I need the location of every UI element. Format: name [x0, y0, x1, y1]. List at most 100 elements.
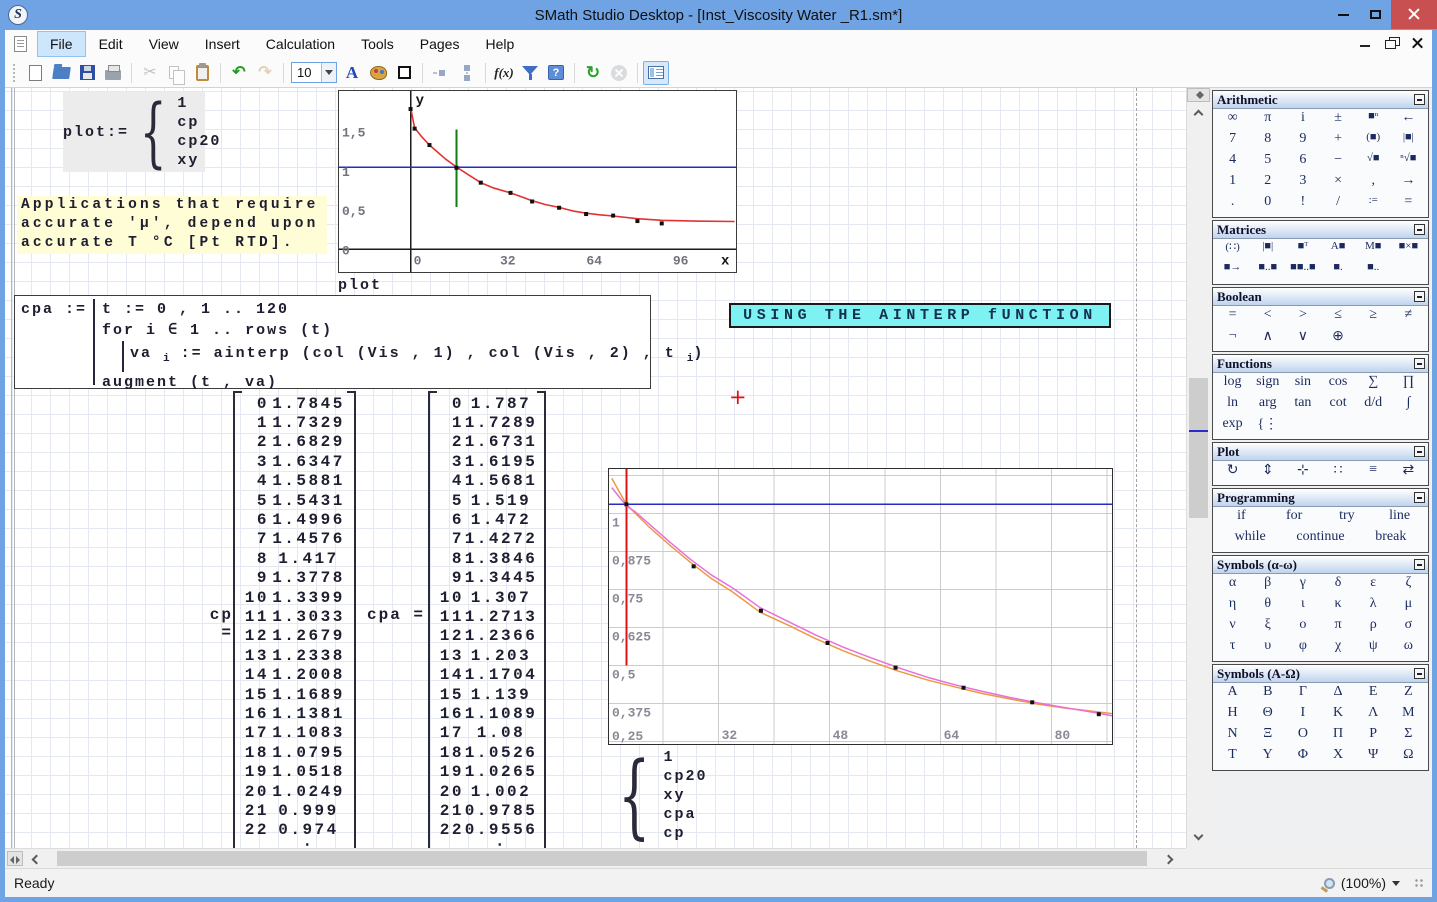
palette-header-boolean[interactable]: Boolean: [1213, 288, 1428, 306]
palette-button[interactable]: ←: [1391, 110, 1426, 131]
collapse-icon[interactable]: [1414, 224, 1425, 235]
plot1-caption[interactable]: plot: [338, 277, 382, 294]
resize-grip[interactable]: [1414, 878, 1424, 888]
cpa-program-block[interactable]: cpa := t := 0 , 1 .. 120 for i ∈ 1 .. ro…: [14, 295, 651, 389]
palette-button[interactable]: ¬: [1215, 328, 1250, 349]
palette-button[interactable]: Ξ: [1250, 726, 1285, 747]
collapse-icon[interactable]: [1414, 559, 1425, 570]
palette-button[interactable]: π: [1320, 617, 1355, 638]
palette-header-programming[interactable]: Programming: [1213, 489, 1428, 507]
palette-button[interactable]: Μ: [1391, 705, 1426, 726]
vertical-scrollbar[interactable]: [1186, 88, 1210, 848]
collapse-icon[interactable]: [1414, 492, 1425, 503]
horizontal-scroll-thumb[interactable]: [57, 851, 1147, 866]
filter-button[interactable]: [518, 61, 542, 85]
palette-button[interactable]: ⇄: [1391, 462, 1426, 483]
reference-button[interactable]: ?: [544, 61, 568, 85]
scroll-up-button[interactable]: [1187, 103, 1210, 121]
palette-button[interactable]: ω: [1391, 638, 1426, 659]
save-button[interactable]: [75, 61, 99, 85]
palette-button[interactable]: /: [1320, 194, 1355, 215]
palette-button[interactable]: <: [1250, 307, 1285, 328]
palette-button[interactable]: ln: [1215, 395, 1250, 416]
zoom-level[interactable]: (100%): [1341, 875, 1386, 891]
palette-button[interactable]: log: [1215, 374, 1250, 395]
palette-button[interactable]: >: [1285, 307, 1320, 328]
palette-button[interactable]: −: [1320, 152, 1355, 173]
scroll-right-button[interactable]: [1161, 849, 1179, 869]
palette-button[interactable]: Ρ: [1356, 726, 1391, 747]
menu-item-calculation[interactable]: Calculation: [253, 31, 348, 57]
palette-button[interactable]: ■→: [1215, 261, 1250, 282]
palette-button[interactable]: ρ: [1356, 617, 1391, 638]
palette-button[interactable]: 1: [1215, 173, 1250, 194]
palette-button[interactable]: ≠: [1391, 307, 1426, 328]
print-button[interactable]: [101, 61, 125, 85]
plot2-series-list[interactable]: { 1cp20xycpacp: [605, 748, 708, 843]
collapse-icon[interactable]: [1414, 94, 1425, 105]
palette-button[interactable]: π: [1250, 110, 1285, 131]
palette-button[interactable]: ×: [1320, 173, 1355, 194]
palette-button[interactable]: Χ: [1320, 747, 1355, 768]
palette-button[interactable]: 8: [1250, 131, 1285, 152]
palette-button[interactable]: sign: [1250, 374, 1285, 395]
palette-button[interactable]: Τ: [1215, 747, 1250, 768]
palette-button[interactable]: ο: [1285, 617, 1320, 638]
palette-button[interactable]: ■×■: [1391, 240, 1426, 261]
horizontal-separator-button[interactable]: [429, 61, 453, 85]
palette-button[interactable]: (■): [1356, 131, 1391, 152]
palette-button[interactable]: ⊕: [1320, 328, 1355, 349]
palette-button[interactable]: |■|: [1391, 131, 1426, 152]
document-icon[interactable]: [14, 36, 27, 52]
palette-button[interactable]: ∫: [1391, 395, 1426, 416]
palette-header-arithmetic[interactable]: Arithmetic: [1213, 91, 1428, 109]
minimize-button[interactable]: [1327, 0, 1359, 29]
split-view-handle[interactable]: [7, 851, 23, 866]
palette-button[interactable]: √■: [1356, 152, 1391, 173]
palette-button[interactable]: Σ: [1391, 726, 1426, 747]
palette-button[interactable]: +: [1320, 131, 1355, 152]
palette-button[interactable]: exp: [1215, 416, 1250, 437]
palette-button[interactable]: while: [1215, 529, 1285, 550]
vertical-scroll-thumb[interactable]: [1189, 378, 1208, 518]
menu-item-view[interactable]: View: [136, 31, 192, 57]
palette-header-symbols-a[interactable]: Symbols (A-Ω): [1213, 665, 1428, 683]
palette-button[interactable]: try: [1321, 508, 1374, 529]
title-bar[interactable]: S SMath Studio Desktop - [Inst_Viscosity…: [0, 0, 1437, 30]
palette-button[interactable]: 6: [1285, 152, 1320, 173]
horizontal-scrollbar[interactable]: [5, 848, 1186, 868]
paste-button[interactable]: [190, 61, 214, 85]
palette-button[interactable]: κ: [1320, 596, 1355, 617]
palette-button[interactable]: ν: [1215, 617, 1250, 638]
palette-button[interactable]: μ: [1391, 596, 1426, 617]
palette-button[interactable]: ■■..■: [1285, 261, 1320, 282]
menu-item-file[interactable]: File: [37, 31, 86, 57]
palette-button[interactable]: 4: [1215, 152, 1250, 173]
palette-button[interactable]: ≥: [1356, 307, 1391, 328]
close-button[interactable]: [1391, 0, 1437, 29]
zoom-dropdown-icon[interactable]: [1392, 881, 1400, 886]
cut-button[interactable]: ✂: [138, 61, 162, 85]
palette-button[interactable]: ε: [1356, 575, 1391, 596]
palette-button[interactable]: Κ: [1320, 705, 1355, 726]
palette-button[interactable]: A■: [1320, 240, 1355, 261]
palette-button[interactable]: Λ: [1356, 705, 1391, 726]
palette-button[interactable]: ↻: [1215, 462, 1250, 483]
collapse-icon[interactable]: [1414, 446, 1425, 457]
palette-button[interactable]: ■.: [1320, 261, 1355, 282]
palette-button[interactable]: continue: [1285, 529, 1355, 550]
palette-button[interactable]: 5: [1250, 152, 1285, 173]
recalculate-button[interactable]: ↻: [581, 61, 605, 85]
palette-button[interactable]: θ: [1250, 596, 1285, 617]
palette-button[interactable]: tan: [1285, 395, 1320, 416]
background-color-button[interactable]: [366, 61, 390, 85]
palette-button[interactable]: τ: [1215, 638, 1250, 659]
cp-result-matrix[interactable]: 01.784511.732921.682931.634741.588151.54…: [233, 391, 356, 848]
toolbar-grip[interactable]: [13, 64, 16, 82]
palette-button[interactable]: 2: [1250, 173, 1285, 194]
plot1-chart[interactable]: 1,510,500326496yx: [338, 90, 737, 273]
palette-header-plot[interactable]: Plot: [1213, 443, 1428, 461]
palette-button[interactable]: sin: [1285, 374, 1320, 395]
copy-button[interactable]: [164, 61, 188, 85]
palette-button[interactable]: Φ: [1285, 747, 1320, 768]
